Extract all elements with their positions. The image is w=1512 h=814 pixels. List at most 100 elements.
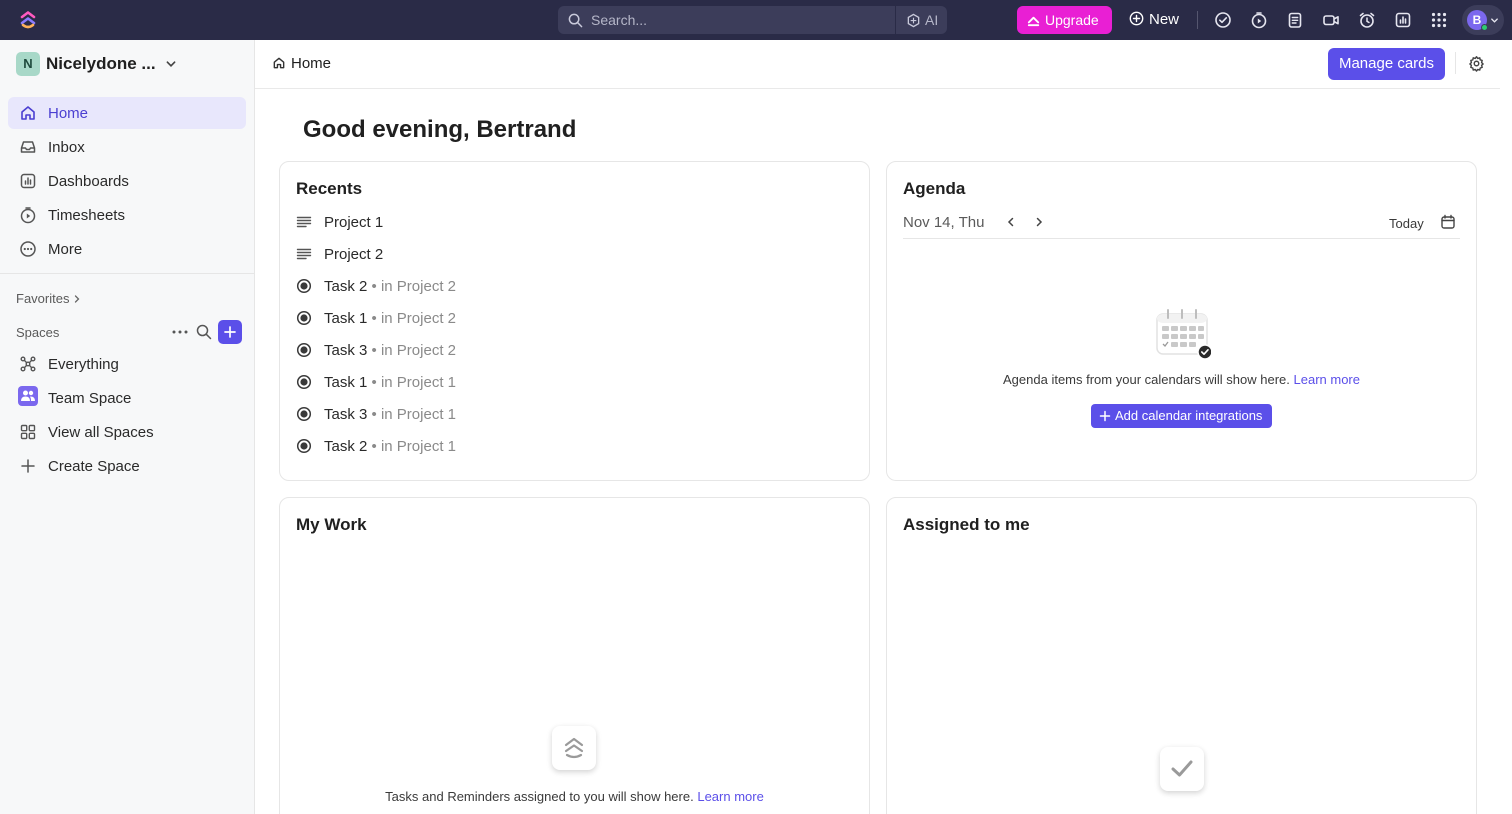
recent-item-location-separator: •: [367, 374, 381, 391]
ai-button[interactable]: AI: [906, 12, 938, 28]
sidebar-item-label: Create Space: [48, 458, 140, 475]
assigned-title: Assigned to me: [903, 515, 1030, 534]
sidebar-item-label: Inbox: [48, 139, 85, 156]
add-calendar-label: Add calendar integrations: [1115, 408, 1263, 423]
assigned-to-me-card: Assigned to me: [886, 497, 1477, 814]
sidebar-item-everything[interactable]: Everything: [8, 348, 246, 380]
video-icon[interactable]: [1322, 11, 1340, 29]
calendar-illustration-icon: [1156, 309, 1211, 360]
add-calendar-integrations-button[interactable]: Add calendar integrations: [1091, 404, 1272, 428]
agenda-date[interactable]: Nov 14, Thu: [903, 214, 984, 231]
check-circle-icon[interactable]: [1214, 11, 1232, 29]
dashboard-icon[interactable]: [1394, 11, 1412, 29]
agenda-message-text: Agenda items from your calendars will sh…: [1003, 372, 1290, 387]
recent-item-location-separator: •: [367, 342, 381, 359]
sidebar-item-inbox[interactable]: Inbox: [8, 131, 246, 163]
sidebar-item-timesheets[interactable]: Timesheets: [8, 199, 246, 231]
task-status-icon: [296, 374, 312, 390]
task-status-icon: [296, 278, 312, 294]
recent-item-name: Task 3: [324, 342, 368, 359]
recent-item-text: Task 3 • in Project 1: [324, 406, 456, 423]
alarm-icon[interactable]: [1358, 11, 1376, 29]
workspace-avatar[interactable]: N: [16, 52, 40, 76]
recent-item-name: Task 1: [324, 310, 368, 327]
chevron-right-icon[interactable]: [73, 294, 81, 304]
my-work-illustration: [552, 726, 596, 770]
new-label: New: [1149, 11, 1180, 28]
add-space-button[interactable]: [218, 320, 242, 344]
recent-item-text: Task 2 • in Project 2: [324, 278, 456, 295]
sidebar-item-home[interactable]: Home: [8, 97, 246, 129]
recents-card: Recents Project 1 Project 2 Task 2 • in Pr…: [279, 161, 870, 481]
breadcrumb[interactable]: Home: [272, 55, 331, 72]
more-circle-icon: [20, 241, 36, 257]
favorites-header[interactable]: Favorites: [16, 291, 69, 306]
team-icon: [18, 386, 38, 406]
plus-icon: [21, 459, 35, 473]
plus-icon: [1099, 410, 1111, 422]
inbox-icon: [20, 141, 36, 153]
my-work-empty-message: Tasks and Reminders assigned to you will…: [280, 789, 869, 804]
ai-label: AI: [925, 12, 939, 28]
task-status-icon: [296, 406, 312, 422]
search-placeholder: Search...: [591, 12, 648, 28]
apps-grid-icon[interactable]: [1430, 11, 1448, 29]
sidebar-item-label: View all Spaces: [48, 424, 154, 441]
more-horizontal-icon[interactable]: [172, 330, 188, 334]
sidebar-item-create-space[interactable]: Create Space: [8, 450, 246, 482]
sidebar-item-more[interactable]: More: [8, 233, 246, 265]
recent-item-location-separator: •: [367, 310, 381, 327]
assigned-illustration: [1160, 747, 1204, 791]
page-title: Good evening, Bertrand: [303, 116, 577, 143]
timer-icon[interactable]: [1250, 11, 1268, 29]
recent-item-location: in Project 1: [380, 406, 456, 423]
search-divider: [895, 6, 896, 34]
notepad-icon[interactable]: [1286, 11, 1304, 29]
learn-more-link[interactable]: Learn more: [697, 789, 763, 804]
sidebar-item-label: Team Space: [48, 390, 132, 407]
my-work-title: My Work: [296, 515, 367, 534]
grid-icon: [20, 424, 36, 440]
checkmark-icon: [1171, 760, 1193, 777]
calendar-icon[interactable]: [1440, 214, 1456, 230]
agenda-divider: [903, 238, 1460, 239]
sidebar-item-team-space[interactable]: Team Space: [8, 382, 246, 414]
spaces-header: Spaces: [16, 325, 60, 340]
upgrade-button[interactable]: Upgrade: [1017, 6, 1112, 34]
user-avatar-menu[interactable]: B: [1462, 5, 1504, 35]
agenda-card: Agenda Nov 14, Thu Today Agenda items fr…: [886, 161, 1477, 481]
sidebar: N Nicelydone ... Home Inbox Dashboards T…: [0, 40, 255, 814]
search-bar[interactable]: Search... AI: [558, 6, 947, 34]
header-divider: [1455, 52, 1456, 74]
recent-item-location: in Project 2: [380, 310, 456, 327]
chevron-right-icon[interactable]: [1033, 216, 1045, 228]
chevron-down-icon[interactable]: [165, 58, 177, 70]
recent-item-text: Task 1 • in Project 2: [324, 310, 456, 327]
recent-item-name: Project 2: [324, 246, 384, 263]
recent-item-text: Task 1 • in Project 1: [324, 374, 456, 391]
recent-item-location-separator: •: [367, 438, 381, 455]
search-icon[interactable]: [196, 324, 212, 340]
timesheets-icon: [20, 207, 36, 224]
learn-more-link[interactable]: Learn more: [1294, 372, 1360, 387]
workspace-name[interactable]: Nicelydone ...: [46, 54, 156, 74]
clickup-logo-icon[interactable]: [18, 10, 38, 30]
search-icon: [568, 13, 583, 28]
online-status-dot: [1481, 24, 1488, 31]
dashboards-icon: [20, 173, 36, 189]
sidebar-item-view-all-spaces[interactable]: View all Spaces: [8, 416, 246, 448]
new-button[interactable]: New: [1129, 11, 1179, 28]
recent-item-text: Task 2 • in Project 1: [324, 438, 456, 455]
recent-item-location: in Project 2: [380, 342, 456, 359]
sidebar-item-dashboards[interactable]: Dashboards: [8, 165, 246, 197]
recent-item-location: in Project 2: [380, 278, 456, 295]
my-work-message-text: Tasks and Reminders assigned to you will…: [385, 789, 694, 804]
gear-icon[interactable]: [1468, 55, 1485, 72]
sidebar-item-label: More: [48, 241, 83, 258]
agenda-title: Agenda: [903, 179, 966, 198]
today-button[interactable]: Today: [1389, 216, 1424, 231]
chevron-left-icon[interactable]: [1005, 216, 1017, 228]
recent-item-text: Task 3 • in Project 2: [324, 342, 456, 359]
recent-item-name: Task 2: [324, 438, 368, 455]
manage-cards-button[interactable]: Manage cards: [1328, 48, 1445, 80]
